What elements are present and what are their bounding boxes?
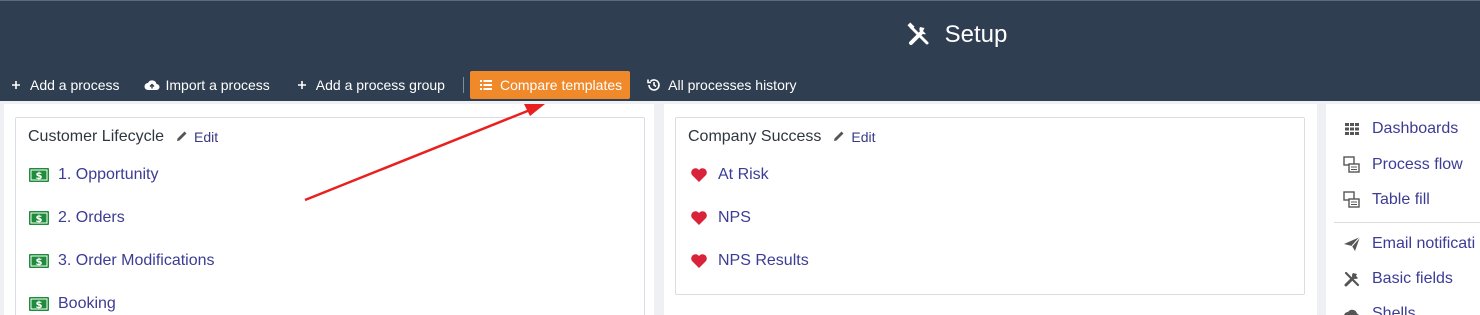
process-label: NPS	[718, 209, 751, 226]
process-label: NPS Results	[718, 252, 809, 269]
svg-text:$: $	[36, 171, 43, 182]
heart-icon	[688, 252, 710, 270]
plus-icon	[294, 77, 310, 93]
compare-templates-button[interactable]: Compare templates	[469, 71, 631, 99]
process-group-card: Company Success Edit At Risk NPS NPS Res…	[675, 117, 1305, 295]
list-icon	[478, 77, 494, 93]
heart-icon	[688, 209, 710, 227]
process-group-panel: Company Success Edit At Risk NPS NPS Res…	[664, 104, 1317, 315]
sidebar-item-label: Process flow	[1372, 156, 1463, 173]
edit-label: Edit	[194, 129, 219, 145]
process-link[interactable]: At Risk	[688, 166, 769, 184]
toolbar: Add a process Import a process Add a pro…	[8, 71, 797, 99]
all-processes-history-label: All processes history	[668, 77, 797, 93]
cloud-upload-icon	[144, 77, 160, 93]
sidebar-item-label: Dashboards	[1372, 120, 1459, 137]
paper-plane-icon	[1342, 234, 1362, 254]
import-process-label: Import a process	[165, 77, 270, 93]
top-header: Setup Add a process Import a process Add	[0, 0, 1480, 101]
process-group-card: Customer Lifecycle Edit $ 1. Opportunity…	[15, 117, 645, 315]
process-link[interactable]: NPS	[688, 209, 751, 227]
svg-text:$: $	[36, 300, 43, 311]
money-icon: $	[28, 209, 50, 227]
sidebar-divider	[1334, 222, 1480, 223]
sidebar-item-dashboards[interactable]: Dashboards	[1342, 119, 1458, 139]
process-label: 2. Orders	[58, 209, 125, 226]
edit-group-button[interactable]: Edit	[833, 129, 876, 145]
pencil-icon	[833, 129, 845, 145]
cloud-icon	[1342, 304, 1362, 315]
grid-icon	[1342, 119, 1362, 139]
setup-sidebar: Dashboards Process flow Table fill Email…	[1326, 104, 1480, 315]
edit-group-button[interactable]: Edit	[176, 129, 218, 145]
sidebar-item-process-flow[interactable]: Process flow	[1342, 155, 1463, 175]
group-header: Company Success Edit	[688, 128, 876, 146]
money-icon: $	[28, 252, 50, 270]
toolbar-divider	[462, 77, 464, 93]
sidebar-item-shells[interactable]: Shells	[1342, 304, 1416, 315]
sidebar-item-basic-fields[interactable]: Basic fields	[1342, 269, 1453, 289]
money-icon: $	[28, 166, 50, 184]
heart-icon	[688, 166, 710, 184]
svg-text:$: $	[36, 257, 43, 268]
table-fill-icon	[1342, 190, 1362, 210]
sidebar-item-label: Email notificati	[1372, 235, 1476, 252]
sidebar-item-label: Shells	[1372, 305, 1416, 315]
svg-text:$: $	[36, 214, 43, 225]
group-title: Customer Lifecycle	[28, 128, 165, 145]
process-label: 3. Order Modifications	[58, 252, 215, 269]
page-title: Setup	[0, 21, 1480, 49]
group-title: Company Success	[688, 128, 822, 145]
add-process-group-label: Add a process group	[315, 77, 445, 93]
history-icon	[646, 77, 662, 93]
import-process-button[interactable]: Import a process	[144, 71, 270, 99]
process-link[interactable]: $ Booking	[28, 295, 116, 313]
group-header: Customer Lifecycle Edit	[28, 128, 218, 146]
sidebar-item-table-fill[interactable]: Table fill	[1342, 190, 1430, 210]
edit-label: Edit	[851, 129, 876, 145]
add-process-button[interactable]: Add a process	[8, 71, 120, 99]
add-process-label: Add a process	[30, 77, 120, 93]
sidebar-item-label: Table fill	[1372, 191, 1430, 208]
process-link[interactable]: $ 3. Order Modifications	[28, 252, 215, 270]
add-process-group-button[interactable]: Add a process group	[294, 71, 445, 99]
money-icon: $	[28, 295, 50, 313]
process-label: At Risk	[718, 166, 769, 183]
pencil-icon	[176, 129, 188, 145]
plus-icon	[8, 77, 24, 93]
sidebar-item-email-notifications[interactable]: Email notificati	[1342, 234, 1475, 254]
flow-icon	[1342, 155, 1362, 175]
compare-templates-label: Compare templates	[499, 77, 623, 93]
sidebar-item-label: Basic fields	[1372, 270, 1453, 287]
tools-icon	[1342, 269, 1362, 289]
process-label: 1. Opportunity	[58, 166, 159, 183]
page-title-text: Setup	[944, 21, 1008, 48]
process-link[interactable]: NPS Results	[688, 252, 809, 270]
all-processes-history-button[interactable]: All processes history	[646, 71, 797, 99]
process-label: Booking	[58, 295, 116, 312]
process-group-panel: Customer Lifecycle Edit $ 1. Opportunity…	[4, 104, 654, 315]
process-link[interactable]: $ 2. Orders	[28, 209, 125, 227]
tools-icon	[905, 21, 933, 49]
process-link[interactable]: $ 1. Opportunity	[28, 166, 159, 184]
